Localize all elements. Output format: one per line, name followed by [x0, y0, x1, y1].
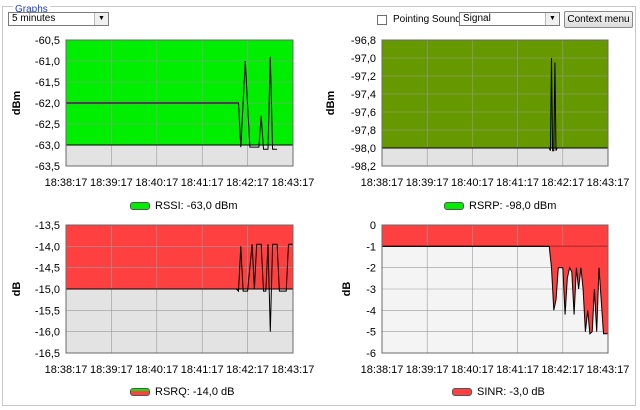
sinr-ytick-label: -3	[366, 284, 376, 296]
rsrq-ytick-label: -15,5	[35, 305, 60, 317]
rssi-ytick-label: -62,0	[35, 98, 60, 110]
rsrq-legend: RSRQ: -14,0 dB	[130, 386, 234, 398]
rssi-below-zone	[66, 145, 293, 166]
sinr-chart-svg: 0-1-2-3-4-5-618:38:17 18:39:17 18:40:17 18:…	[341, 220, 630, 376]
rsrp-xtick-label: 18:42:17	[541, 177, 584, 189]
sinr-xtick-label: 18:39:17	[406, 364, 449, 376]
sinr-xtick-label: 18:38:17	[361, 364, 404, 376]
rssi-xtick-label: 18:43:17	[272, 177, 315, 189]
rsrq-ytick-label: -14,5	[35, 263, 60, 275]
rssi-legend: RSSI: -63,0 dBm	[130, 200, 238, 212]
rssi-xtick-label: 18:42:17	[226, 177, 269, 189]
rsrq-xtick-label: 18:40:17	[135, 364, 178, 376]
rsrp-ytick-label: -98,2	[351, 161, 376, 173]
sinr-xtick-label: 18:40:17	[451, 364, 494, 376]
rssi-legend-swatch	[130, 202, 150, 211]
rsrq-legend-swatch	[130, 388, 150, 397]
sinr-xtick-label: 18:41:17	[496, 364, 539, 376]
rsrq-ytick-label: -16,5	[35, 348, 60, 360]
rsrq-ytick-label: -13,5	[35, 220, 60, 232]
rssi-chart-svg: -60,5 -61,0 -61,5 -62,0 -62,5 -63,0 -63,5 18:38…	[11, 35, 315, 189]
rsrq-xtick-label: 18:38:17	[45, 364, 88, 376]
rssi-ytick-label: -63,0	[35, 140, 60, 152]
rssi-ytick-label: -62,5	[35, 119, 60, 131]
rsrq-xtick-label: 18:39:17	[90, 364, 133, 376]
rsrp-xtick-label: 18:43:17	[587, 177, 630, 189]
sinr-above-zone	[382, 225, 608, 247]
rsrp-ytick-label: -97,0	[351, 53, 376, 65]
rsrp-below-zone	[382, 148, 608, 166]
rsrq-ytick-label: -14,0	[35, 241, 60, 253]
rsrq-legend-label: RSRQ: -14,0 dB	[155, 386, 235, 398]
rssi-xtick-label: 18:40:17	[135, 177, 178, 189]
sinr-ytick-label: -1	[366, 241, 376, 253]
rsrp-ytick-label: -97,4	[351, 89, 376, 101]
rsrp-xtick-label: 18:41:17	[496, 177, 539, 189]
rsrp-ytick-label: -97,6	[351, 107, 376, 119]
sinr-ytick-label: 0	[370, 220, 376, 232]
rsrq-below-zone	[66, 289, 293, 353]
sinr-legend-swatch	[452, 388, 472, 397]
rsrq-xtick-label: 18:41:17	[181, 364, 224, 376]
rsrp-legend-label: RSRP: -98,0 dBm	[469, 200, 557, 212]
sinr-xtick-label: 18:42:17	[541, 364, 584, 376]
rsrp-legend: RSRP: -98,0 dBm	[444, 200, 556, 212]
rsrp-ytick-label: -97,8	[351, 125, 376, 137]
rssi-ytick-label: -63,5	[35, 161, 60, 173]
sinr-xtick-label: 18:43:17	[587, 364, 630, 376]
rsrp-xtick-label: 18:39:17	[406, 177, 449, 189]
rsrp-xtick-label: 18:38:17	[361, 177, 404, 189]
rsrq-ytick-label: -15,0	[35, 284, 60, 296]
rsrq-ytick-label: -16,0	[35, 327, 60, 339]
sinr-ytick-label: -4	[366, 305, 376, 317]
sinr-legend-label: SINR: -3,0 dB	[477, 386, 545, 398]
rsrq-ylabel: dB	[11, 282, 23, 297]
rssi-ylabel: dBm	[11, 91, 23, 116]
rsrq-xtick-label: 18:43:17	[272, 364, 315, 376]
rssi-legend-label: RSSI: -63,0 dBm	[155, 200, 238, 212]
rsrq-chart-svg: -13,5 -14,0 -14,5 -15,0 -15,5 -16,0 -16,5 18:38…	[11, 220, 315, 376]
rsrp-ytick-label: -96,8	[351, 35, 376, 47]
rsrp-chart-svg: -96,8 -97,0 -97,2 -97,4 -97,6 -97,8 -98,0 -98,2…	[325, 35, 630, 189]
rssi-xtick-label: 18:38:17	[45, 177, 88, 189]
rsrq-xtick-label: 18:42:17	[226, 364, 269, 376]
rssi-ytick-label: -61,5	[35, 77, 60, 89]
sinr-legend: SINR: -3,0 dB	[452, 386, 545, 398]
rssi-xtick-label: 18:39:17	[90, 177, 133, 189]
sinr-ytick-label: -6	[366, 348, 376, 360]
rsrp-ytick-label: -97,2	[351, 71, 376, 83]
rsrp-ylabel: dBm	[325, 91, 337, 116]
sinr-ylabel: dB	[341, 282, 353, 297]
sinr-ytick-label: -2	[366, 263, 376, 275]
rssi-ytick-label: -61,0	[35, 56, 60, 68]
rssi-ytick-label: -60,5	[35, 35, 60, 47]
sinr-ytick-label: -5	[366, 327, 376, 339]
rssi-xtick-label: 18:41:17	[181, 177, 224, 189]
rsrp-legend-swatch	[444, 202, 464, 211]
rsrp-ytick-label: -98,0	[351, 143, 376, 155]
rsrp-xtick-label: 18:40:17	[451, 177, 494, 189]
